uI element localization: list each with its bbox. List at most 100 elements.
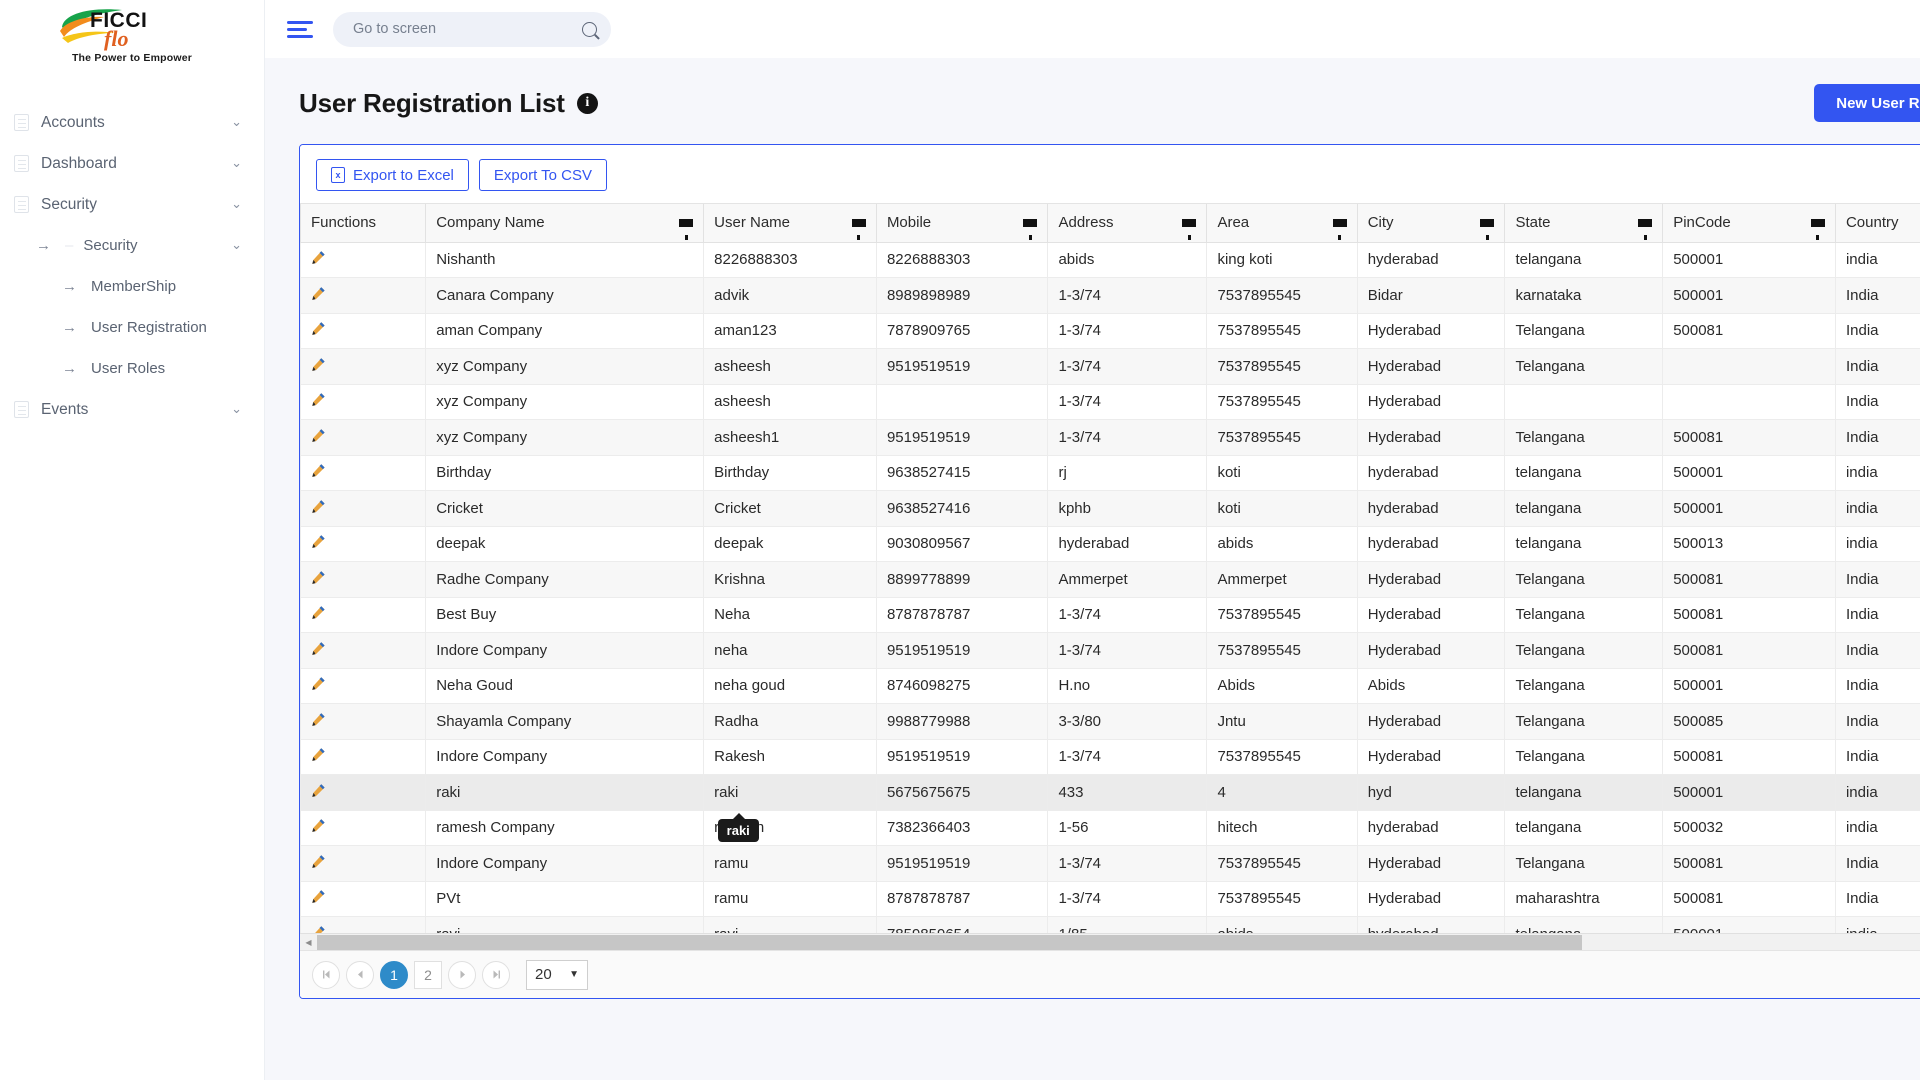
chevron-down-icon[interactable]: ⌄: [231, 197, 242, 210]
grid-scroll[interactable]: Functions Company Name User Name Mobile …: [300, 204, 1920, 933]
pencil-icon[interactable]: [311, 641, 326, 660]
sidebar-item-events[interactable]: Events ⌄: [0, 389, 264, 430]
pencil-icon[interactable]: [311, 818, 326, 837]
sidebar-item-accounts[interactable]: Accounts ⌄: [0, 102, 264, 143]
row-cell-country: India: [1834, 845, 1920, 882]
row-cell-company: Shayamla Company: [425, 703, 705, 740]
horizontal-scroll-thumb[interactable]: [317, 934, 1582, 950]
filter-icon[interactable]: [1638, 218, 1653, 240]
chevron-down-icon[interactable]: ⌄: [231, 402, 242, 415]
next-page-button[interactable]: [448, 960, 476, 989]
chevron-down-icon[interactable]: ⌄: [231, 238, 242, 251]
filter-icon[interactable]: [1332, 218, 1347, 240]
row-cell-state: telangana: [1504, 809, 1664, 846]
table-row[interactable]: raviravi78598596541/85abidshyderabadtela…: [300, 916, 1920, 933]
row-cell-city: Hyderabad: [1356, 703, 1506, 740]
app-root: FICCI flo The Power to Empower Accounts …: [0, 0, 1920, 1080]
chevron-down-icon[interactable]: ⌄: [231, 156, 242, 169]
pencil-icon[interactable]: [311, 747, 326, 766]
pencil-icon[interactable]: [311, 534, 326, 553]
scroll-left-arrow-icon[interactable]: ◀: [300, 938, 317, 947]
table-row[interactable]: aman Company aman123 7878909765 1-3/74 75378…: [300, 312, 1920, 349]
pencil-icon[interactable]: [311, 783, 326, 802]
filter-icon[interactable]: [851, 218, 866, 240]
table-row[interactable]: deepak deepak 9030809567 hyderabad abids hyde…: [300, 525, 1920, 562]
pencil-icon[interactable]: [311, 499, 326, 518]
export-to-csv-button[interactable]: Export To CSV: [478, 159, 607, 191]
table-row[interactable]: Cricket Cricket 9638527416 kphb koti hyderaba…: [300, 490, 1920, 527]
row-cell-address: 1-3/74: [1047, 312, 1208, 349]
pencil-icon[interactable]: [311, 286, 326, 305]
column-label: Area: [1217, 214, 1250, 232]
pencil-icon[interactable]: [311, 428, 326, 447]
pencil-icon[interactable]: [311, 676, 326, 695]
sidebar-item-dashboard[interactable]: Dashboard ⌄: [0, 143, 264, 184]
table-row[interactable]: Canara Company advik 8989898989 1-3/74 75378…: [300, 277, 1920, 314]
row-cell-city: hyderabad: [1356, 454, 1506, 491]
pencil-icon[interactable]: [311, 463, 326, 482]
row-cell-area: 7537895545: [1206, 596, 1358, 633]
chevron-down-icon[interactable]: ▼: [569, 969, 579, 980]
table-row[interactable]: Best Buy Neha 8787878787 1-3/74 7537895545 Hy…: [300, 596, 1920, 633]
filter-icon[interactable]: [1810, 218, 1825, 240]
prev-page-button[interactable]: [346, 960, 374, 989]
table-row[interactable]: xyz Company asheesh1 9519519519 1-3/74 75378…: [300, 419, 1920, 456]
pencil-icon[interactable]: [311, 250, 326, 269]
chevron-down-icon[interactable]: ⌄: [231, 115, 242, 128]
table-row[interactable]: Neha Goud neha goud 8746098275 H.no Abids Abi…: [300, 667, 1920, 704]
page-button-1[interactable]: 1: [380, 960, 408, 989]
sidebar-item-user-roles[interactable]: → User Roles: [0, 348, 264, 389]
pencil-icon[interactable]: [311, 392, 326, 411]
table-row[interactable]: Radhe Company Krishna 8899778899 Ammerpet Am…: [300, 561, 1920, 598]
info-icon[interactable]: i: [576, 92, 598, 114]
table-row[interactable]: Indore Company neha 9519519519 1-3/74 753789…: [300, 632, 1920, 669]
pencil-icon[interactable]: [311, 357, 326, 376]
table-row[interactable]: raki raki 5675675675 433 4 hyd telangana 500001…: [300, 774, 1920, 811]
table-row[interactable]: Indore Company ramu 9519519519 1-3/74 753789…: [300, 845, 1920, 882]
table-row[interactable]: Indore Company Rakesh 9519519519 1-3/74 7537…: [300, 738, 1920, 775]
row-cell-company: xyz Company: [425, 419, 705, 456]
pencil-icon[interactable]: [311, 889, 326, 908]
filter-icon[interactable]: [679, 218, 694, 240]
first-page-button[interactable]: [312, 960, 340, 989]
export-to-excel-button[interactable]: x Export to Excel: [316, 159, 469, 191]
row-cell-company: Best Buy: [425, 596, 705, 633]
page-size-select[interactable]: 20 ▼: [526, 959, 588, 990]
pencil-icon[interactable]: [311, 605, 326, 624]
last-page-button[interactable]: [482, 960, 510, 989]
table-row[interactable]: xyz Company asheesh 9519519519 1-3/74 753789…: [300, 348, 1920, 385]
table-row[interactable]: ramesh Company ramesh 7382366403 1-56 hitech…: [300, 809, 1920, 846]
filter-icon[interactable]: [1480, 218, 1495, 240]
table-row[interactable]: Birthday Birthday 9638527415 rj koti hyderaba…: [300, 454, 1920, 491]
column-label: State: [1515, 214, 1551, 232]
hamburger-menu-icon[interactable]: [287, 17, 315, 42]
sidebar-item-membership[interactable]: → MemberShip: [0, 266, 264, 307]
row-functions-cell: [300, 774, 427, 811]
pencil-icon[interactable]: [311, 925, 326, 933]
page-button-2[interactable]: 2: [414, 960, 442, 989]
horizontal-scrollbar[interactable]: ◀ ▶: [300, 933, 1920, 950]
new-user-registration-button[interactable]: New User Registration: [1814, 84, 1920, 122]
sidebar-item-security[interactable]: Security ⌄: [0, 184, 264, 225]
goto-screen-search[interactable]: [333, 11, 611, 47]
filter-icon[interactable]: [1182, 218, 1197, 240]
pencil-icon[interactable]: [311, 854, 326, 873]
brand-logo[interactable]: FICCI flo The Power to Empower: [0, 0, 264, 64]
sidebar-item-user-registration[interactable]: → User Registration: [0, 307, 264, 348]
filter-icon[interactable]: [1023, 218, 1038, 240]
row-cell-mobile: 9638527416: [875, 490, 1049, 527]
sidebar-item-security-sub[interactable]: → – Security ⌄: [0, 225, 264, 266]
pencil-icon[interactable]: [311, 570, 326, 589]
horizontal-scroll-track[interactable]: [317, 934, 1920, 950]
goto-screen-input[interactable]: [351, 20, 582, 38]
table-row[interactable]: Shayamla Company Radha 9988779988 3-3/80 Jnt…: [300, 703, 1920, 740]
pencil-icon[interactable]: [311, 712, 326, 731]
document-icon: [14, 114, 29, 131]
table-row[interactable]: PVt ramu 8787878787 1-3/74 7537895545 Hyderab…: [300, 880, 1920, 917]
table-row[interactable]: xyz Company asheesh 1-3/74 7537895545 Hydera…: [300, 383, 1920, 420]
pencil-icon[interactable]: [311, 321, 326, 340]
search-icon[interactable]: [582, 21, 597, 37]
row-cell-user: Cricket: [703, 490, 877, 527]
table-row[interactable]: Nishanth 8226888303 8226888303 abids king ko…: [300, 241, 1920, 278]
row-cell-user: raki: [703, 774, 877, 811]
